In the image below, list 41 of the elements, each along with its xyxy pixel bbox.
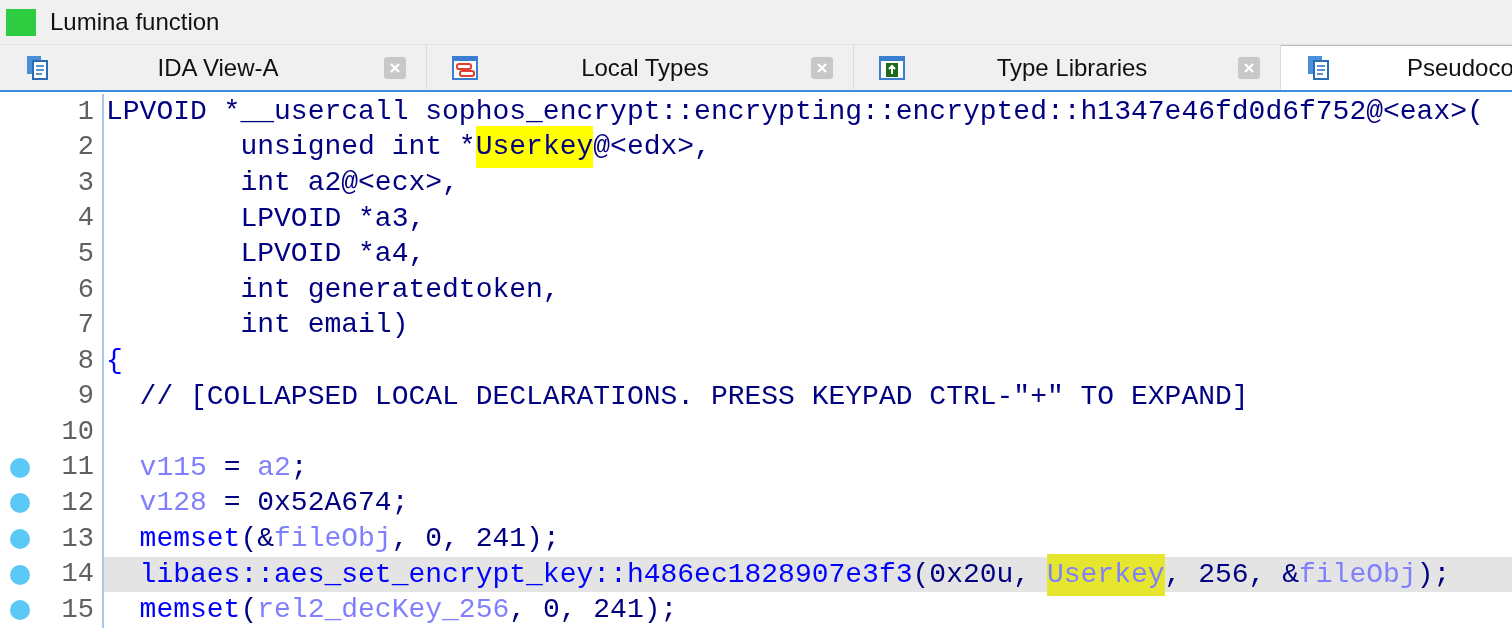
line-number: 6 [76,273,95,307]
line-number: 9 [76,380,95,414]
code-line: int email) [239,308,410,343]
line-number: 2 [76,131,95,165]
line-number: 12 [60,487,95,521]
line-number: 10 [60,415,95,449]
code-line: v128 = 0x52A674; [138,486,410,521]
document-icon [451,53,479,82]
close-icon[interactable] [384,56,406,79]
breakpoint-icon[interactable] [10,564,30,585]
code-line: int generatedtoken, [239,272,561,307]
code-line: { [105,343,124,378]
line-number: 5 [76,237,95,271]
line-number: 1 [76,95,95,129]
breakpoint-icon[interactable] [10,493,30,514]
code-line: LPVOID *a4, [239,237,427,272]
code-line: memset(&fileObj, 0, 241); [138,521,561,556]
close-icon[interactable] [1238,56,1260,79]
code-line: unsigned int *Userkey@<edx>, [104,129,1512,166]
breakpoint-icon[interactable] [10,600,30,621]
close-icon[interactable] [811,56,833,79]
code-line: memset(rel2_decKey_256, 0, 241); [138,593,679,628]
breakpoint-icon[interactable] [10,457,30,478]
window-title: Lumina function [50,7,220,37]
line-number: 14 [60,558,95,592]
tab[interactable]: Pseudoco [1281,45,1512,90]
document-icon [878,53,906,82]
code-line: LPVOID *a3, [239,201,427,236]
line-number: 4 [76,202,95,236]
breakpoint-icon[interactable] [10,528,30,549]
line-number: 3 [76,166,95,200]
code-line: int a2@<ecx>, [239,166,460,200]
line-number: 15 [60,593,95,627]
line-number: 13 [60,522,95,556]
code-line: LPVOID *__usercall sophos_encrypt::encrypting::encrypted::h1347e46fd0d6f752@<eax>( [105,94,1485,129]
line-number: 8 [76,344,95,378]
line-number: 11 [60,451,95,485]
app-icon [6,8,36,36]
code-line: v115 = a2; [138,450,309,485]
code-line: // [COLLAPSED LOCAL DECLARATIONS. PRESS KEYPAD CTRL-"+" TO EXPAND] [138,379,1250,414]
line-number: 7 [76,309,95,343]
